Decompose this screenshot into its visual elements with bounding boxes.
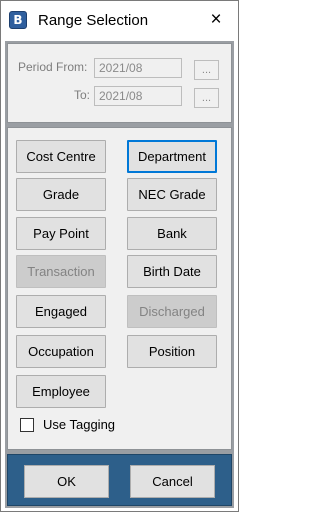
period-from-browse-button[interactable]: ... <box>194 60 219 80</box>
employee-button[interactable]: Employee <box>16 375 106 408</box>
cancel-button[interactable]: Cancel <box>130 465 215 498</box>
use-tagging-label[interactable]: Use Tagging <box>43 417 115 432</box>
app-icon: B <box>9 11 27 29</box>
discharged-button: Discharged <box>127 295 217 328</box>
period-to-label: To: <box>74 88 91 102</box>
ok-button[interactable]: OK <box>24 465 109 498</box>
period-panel: Period From: 2021/08 ... To: 2021/08 ... <box>7 43 232 123</box>
department-button[interactable]: Department <box>127 140 217 173</box>
title-bar[interactable]: B Range Selection × <box>1 1 238 39</box>
footer-bar: OK Cancel <box>7 454 232 506</box>
nec-grade-button[interactable]: NEC Grade <box>127 178 217 211</box>
range-selection-window: B Range Selection × Period From: 2021/08… <box>0 0 239 512</box>
dialog-frame: Period From: 2021/08 ... To: 2021/08 ...… <box>5 41 234 508</box>
occupation-button[interactable]: Occupation <box>16 335 106 368</box>
position-button[interactable]: Position <box>127 335 217 368</box>
period-from-label: Period From: <box>18 60 88 74</box>
pay-point-button[interactable]: Pay Point <box>16 217 106 250</box>
window-title: Range Selection <box>38 12 149 29</box>
birth-date-button[interactable]: Birth Date <box>127 255 217 288</box>
period-from-field[interactable]: 2021/08 <box>94 58 182 78</box>
grade-button[interactable]: Grade <box>16 178 106 211</box>
use-tagging-checkbox[interactable] <box>20 418 34 432</box>
period-to-field[interactable]: 2021/08 <box>94 86 182 106</box>
cost-centre-button[interactable]: Cost Centre <box>16 140 106 173</box>
bank-button[interactable]: Bank <box>127 217 217 250</box>
options-panel: Cost Centre Department Grade NEC Grade P… <box>7 127 232 450</box>
app-icon-glyph: B <box>13 13 23 27</box>
period-to-browse-button[interactable]: ... <box>194 88 219 108</box>
transaction-button: Transaction <box>16 255 106 288</box>
engaged-button[interactable]: Engaged <box>16 295 106 328</box>
close-icon[interactable]: × <box>200 5 232 35</box>
